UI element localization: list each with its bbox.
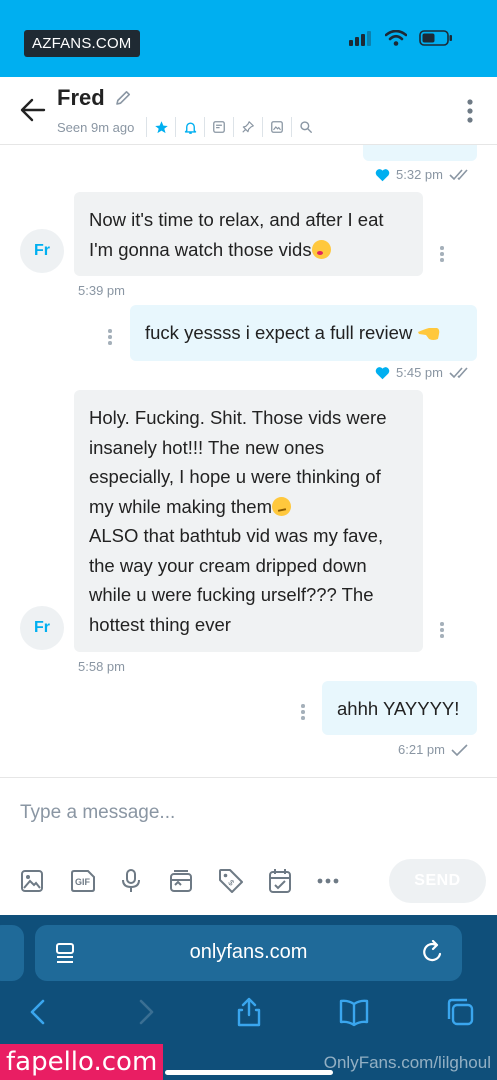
pin-icon[interactable] [233, 117, 262, 137]
svg-text:GIF: GIF [75, 877, 91, 887]
previous-tab[interactable] [0, 925, 24, 981]
forward-icon[interactable] [130, 997, 160, 1027]
microphone-icon[interactable] [119, 866, 169, 896]
send-button[interactable]: SEND [389, 859, 486, 903]
message-text: fuck yessss i expect a full review [145, 322, 413, 343]
message-meta: 5:45 pm [375, 365, 471, 380]
message-line: while u were fucking urself??? The [89, 584, 374, 605]
message-time: 6:21 pm [398, 742, 445, 757]
back-icon[interactable] [24, 997, 54, 1027]
message-time: 5:58 pm [78, 659, 125, 674]
message-line: the way your cream dripped down [89, 554, 367, 576]
watermark-onlyfans: OnlyFans.com/lilghoul [323, 1053, 491, 1072]
chat-header: Fred Seen 9m ago [0, 77, 497, 145]
wifi-icon [385, 30, 407, 46]
share-icon[interactable] [234, 997, 264, 1027]
status-icons [349, 30, 453, 46]
message-time: 5:32 pm [396, 167, 443, 182]
message-line: especially, I hope u were thinking of [89, 466, 381, 487]
url-text: onlyfans.com [189, 941, 308, 963]
message-input[interactable] [20, 798, 460, 828]
outgoing-bubble[interactable] [363, 145, 477, 161]
back-arrow-icon[interactable] [20, 97, 46, 123]
image-icon[interactable] [262, 117, 291, 137]
bell-icon[interactable] [175, 117, 204, 137]
star-icon[interactable] [146, 117, 175, 137]
message-meta: 5:32 pm [375, 167, 471, 182]
heart-icon[interactable] [375, 366, 390, 380]
incoming-bubble[interactable]: Holy. Fucking. Shit. Those vids were ins… [74, 390, 423, 652]
media-vault-icon[interactable] [169, 866, 219, 896]
message-line: Holy. Fucking. Shit. Those vids were [89, 407, 387, 428]
search-icon[interactable] [291, 117, 320, 137]
watermark-top: AZFANS.COM [24, 30, 140, 57]
pointing-hand-emoji [418, 328, 440, 340]
message-line: insanely hot!!! The new ones [89, 436, 325, 458]
more-icon[interactable] [317, 866, 367, 896]
message-line: I'm gonna watch those vids [89, 238, 312, 260]
gif-icon[interactable]: GIF [70, 866, 120, 896]
kissing-face-emoji [311, 239, 331, 259]
message-line: hottest thing ever [89, 613, 231, 635]
composer-toolbar: GIF $ [20, 866, 367, 896]
heart-icon[interactable] [375, 168, 390, 182]
home-indicator[interactable] [165, 1070, 333, 1075]
more-options-icon[interactable] [467, 99, 473, 123]
message-line: Now it's time to relax, and after I eat [89, 209, 384, 230]
message-options-icon[interactable] [107, 329, 113, 347]
message-time: 5:39 pm [78, 283, 125, 298]
price-tag-icon[interactable]: $ [218, 866, 268, 896]
avatar[interactable]: Fr [20, 229, 64, 273]
double-check-icon [449, 366, 468, 378]
last-seen: Seen 9m ago [57, 120, 135, 135]
signal-icon [349, 31, 371, 46]
message-options-icon[interactable] [300, 704, 306, 722]
address-bar[interactable]: onlyfans.com [35, 925, 462, 981]
avatar[interactable]: Fr [20, 606, 64, 650]
message-options-icon[interactable] [439, 622, 445, 640]
contact-name[interactable]: Fred [57, 85, 105, 111]
outgoing-bubble[interactable]: fuck yessss i expect a full review [130, 305, 477, 361]
bookmarks-icon[interactable] [339, 997, 369, 1027]
message-options-icon[interactable] [439, 246, 445, 264]
outgoing-bubble[interactable]: ahhh YAYYYY! [322, 681, 477, 735]
calendar-icon[interactable] [268, 866, 318, 896]
image-icon[interactable] [20, 866, 70, 896]
note-icon[interactable] [204, 117, 233, 137]
header-action-icons [146, 117, 320, 137]
check-icon [451, 743, 468, 756]
pencil-icon[interactable] [114, 89, 132, 107]
battery-icon [419, 30, 452, 46]
message-list[interactable]: 5:32 pm Fr Now it's time to relax, and a… [0, 145, 497, 777]
status-bar: AZFANS.COM [0, 0, 497, 77]
message-line: ALSO that bathtub vid was my fave, [89, 525, 384, 546]
double-check-icon [449, 168, 468, 180]
message-meta: 6:21 pm [398, 742, 469, 757]
reload-icon[interactable] [422, 940, 444, 964]
message-line: my while making them [89, 495, 273, 517]
browser-toolbar [0, 993, 497, 1033]
incoming-bubble[interactable]: Now it's time to relax, and after I eat … [74, 192, 423, 276]
smirking-face-emoji [272, 496, 292, 516]
message-text: ahhh YAYYYY! [337, 698, 460, 719]
watermark-bottom: fapello.com [0, 1044, 164, 1080]
message-composer: GIF $ SEND [0, 777, 497, 915]
tabs-icon[interactable] [445, 997, 475, 1027]
message-time: 5:45 pm [396, 365, 443, 380]
